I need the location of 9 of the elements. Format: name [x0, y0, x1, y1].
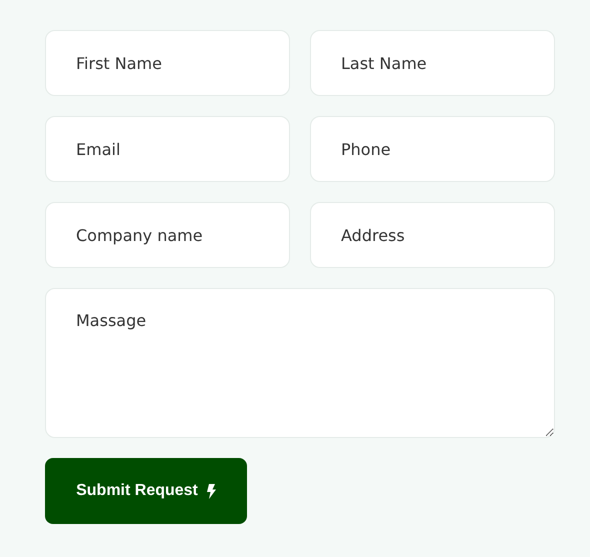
input-field[interactable]: First Name — [45, 30, 290, 96]
input-field[interactable]: Company name — [45, 202, 290, 268]
submit-button[interactable]: Submit Request — [45, 458, 247, 524]
lightning-icon — [206, 484, 216, 498]
input-field[interactable]: Last Name — [310, 30, 555, 96]
input-field[interactable]: Address — [310, 202, 555, 268]
message-field[interactable]: Massage — [45, 288, 555, 438]
input-field[interactable]: Phone — [310, 116, 555, 182]
input-field[interactable]: Email — [45, 116, 290, 182]
